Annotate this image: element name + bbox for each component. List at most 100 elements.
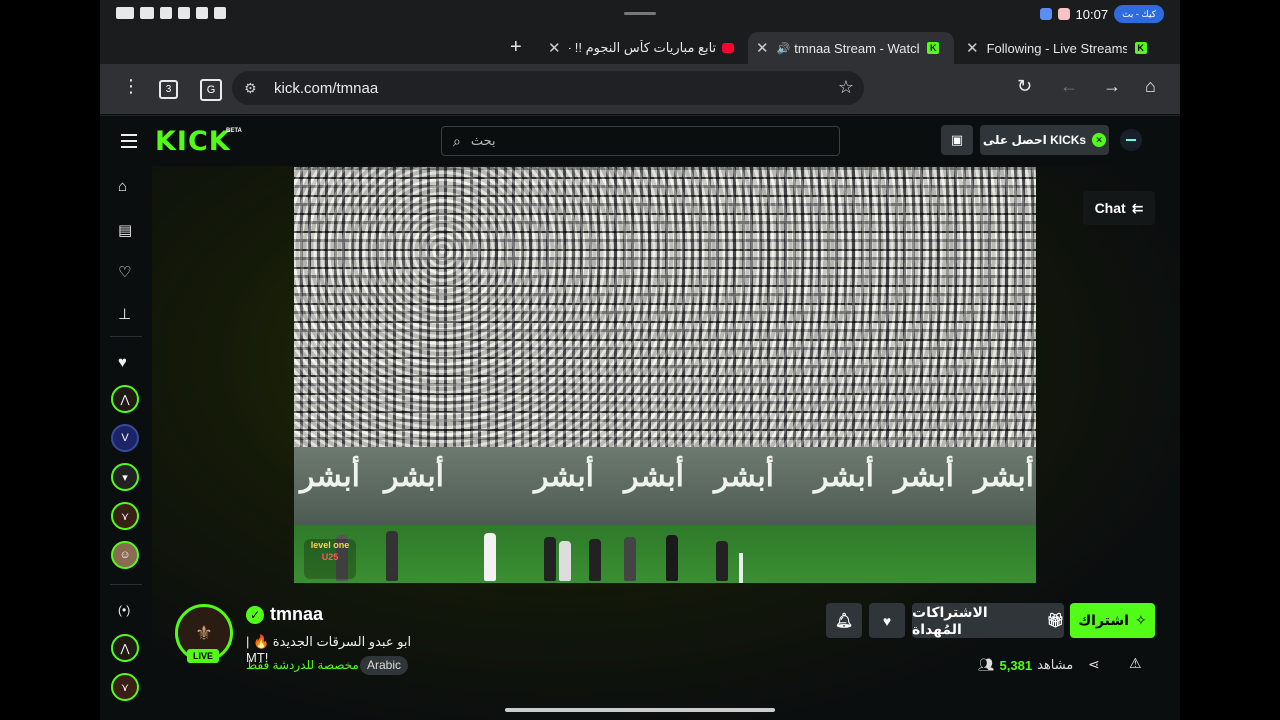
gift-subs-button[interactable]: الاشتراكات المُهداة 🎁︎: [912, 603, 1064, 638]
followed-channel-avatar[interactable]: ☺: [111, 541, 139, 569]
person-figure: [559, 541, 571, 581]
address-bar[interactable]: ⚙ kick.com/tmnaa ☆: [232, 71, 864, 105]
advertising-board: أبشر أبشر أبشر أبشر أبشر أبشر أبشر أبشر: [294, 447, 1036, 525]
followed-channel-avatar[interactable]: ⋎: [111, 502, 139, 530]
cast-icon: [214, 7, 226, 19]
person-figure: [716, 541, 728, 581]
new-tab-icon[interactable]: +: [510, 36, 522, 59]
board-text: أبشر: [714, 459, 774, 494]
live-badge: LIVE: [187, 649, 219, 663]
pitch-line: [739, 553, 743, 583]
left-sidebar: ⌂ ▤ ♡ ⊥ ♥ ⋀ V ▾ ⋎ ☺ (•) ⋀ ⋎: [100, 166, 152, 720]
language-tag[interactable]: Arabic: [360, 656, 409, 675]
media-pill[interactable]: كيك - بث: [1114, 5, 1164, 23]
tab-youtube[interactable]: ✕ تابع مباريات كأس النجوم !! - ube: [540, 32, 740, 64]
tab-following[interactable]: ✕ Following - Live Streams on K: [958, 32, 1168, 64]
video-player[interactable]: أبشر أبشر أبشر أبشر أبشر أبشر أبشر أبشر …: [294, 167, 1036, 583]
board-text: أبشر: [300, 459, 360, 494]
wifi-icon: [140, 7, 154, 19]
reload-icon[interactable]: ↻: [1017, 76, 1032, 97]
tab-title: Following - Live Streams on: [986, 40, 1127, 56]
expand-chat-icon: ⇇: [1131, 199, 1144, 216]
subscribe-label: اشتراك: [1078, 612, 1129, 628]
person-figure: [484, 533, 496, 581]
chat-toggle-button[interactable]: Chat ⇇: [1083, 191, 1155, 225]
search-placeholder: بحث: [470, 133, 496, 148]
subscribe-button[interactable]: اشتراك ✧: [1070, 603, 1155, 638]
following-nav-icon[interactable]: ♡: [118, 263, 131, 281]
tab-title: تابع مباريات كأس النجوم !! - ube: [569, 40, 717, 55]
viewers-number: 5,381: [999, 657, 1033, 673]
follow-heart-button[interactable]: ♥: [869, 603, 905, 638]
followed-channel-avatar[interactable]: ⋀: [111, 385, 139, 413]
home-nav-icon[interactable]: ⌂: [118, 178, 127, 195]
browser-tab-bar: ✕ Following - Live Streams on K ✕ 🔊 tmna…: [100, 28, 1180, 64]
sidebar-divider: [110, 584, 142, 585]
board-text: أبشر: [534, 459, 594, 494]
get-kicks-label: احصل على KICKs: [982, 133, 1087, 147]
tab-title: tmnaa Stream - Watch L: [794, 40, 919, 56]
followed-channel-avatar[interactable]: V: [111, 424, 139, 452]
gesture-home-bar[interactable]: [505, 708, 775, 712]
headphones-icon: [160, 7, 172, 19]
beta-label: BETA: [226, 128, 242, 134]
close-tab-icon[interactable]: ✕: [756, 39, 769, 57]
tab-tmnaa[interactable]: ✕ 🔊 tmnaa Stream - Watch L K: [748, 32, 954, 64]
android-status-bar: 10:07 كيك - بث: [100, 0, 1180, 28]
home-icon[interactable]: ⌂: [1145, 76, 1156, 97]
gift-icon-button[interactable]: ▣: [941, 125, 973, 155]
close-tab-icon[interactable]: ✕: [966, 39, 979, 57]
categories-nav-icon[interactable]: ⊥: [118, 305, 131, 323]
kick-logo[interactable]: KICK: [155, 126, 231, 157]
image-icon: [196, 7, 208, 19]
youtube-favicon-icon: [722, 43, 734, 53]
search-input[interactable]: ⌕ بحث: [441, 126, 840, 156]
back-arrow-icon[interactable]: ←: [1060, 76, 1078, 97]
forward-arrow-icon[interactable]: →: [1103, 76, 1121, 97]
stream-category[interactable]: مخصصة للدردشة فقط: [246, 658, 359, 672]
site-settings-icon[interactable]: ⚙: [244, 80, 257, 97]
followed-channel-avatar[interactable]: ▾: [111, 463, 139, 491]
viewers-label: مشاهد: [1037, 657, 1074, 672]
browse-nav-icon[interactable]: ▤: [118, 221, 132, 239]
bookmark-star-icon[interactable]: ☆: [838, 77, 854, 98]
url-text[interactable]: kick.com/tmnaa: [274, 80, 378, 97]
clock: 10:07: [1075, 6, 1109, 22]
favorites-heart-icon: ♥: [118, 354, 127, 371]
kick-header: KICK BETA ⌕ بحث ▣ احصل على KICKs ✕: [100, 115, 1180, 166]
notification-handle[interactable]: [624, 12, 656, 15]
recommended-channel-avatar[interactable]: ⋀: [111, 634, 139, 662]
notification-bell-button[interactable]: 🔔︎: [826, 603, 862, 638]
report-warning-icon[interactable]: ⚠: [1129, 655, 1142, 672]
gift-icon: 🎁︎: [1046, 612, 1064, 628]
kick-favicon-icon: K: [927, 42, 940, 54]
recommended-channel-avatar[interactable]: ⋎: [111, 673, 139, 701]
hamburger-menu-icon[interactable]: [121, 134, 137, 152]
gift-icon: ▣: [950, 132, 964, 147]
kick-favicon-icon: K: [1134, 42, 1147, 54]
person-figure: [386, 531, 398, 581]
broadcast-logo-text-2: U25: [321, 552, 339, 562]
sidebar-divider: [110, 336, 142, 337]
crowd-texture: [294, 167, 1036, 447]
football-pitch: [294, 525, 1036, 583]
board-text: أبشر: [384, 459, 444, 494]
battery-icon: [116, 7, 134, 19]
search-icon: ⌕: [453, 132, 461, 149]
person-figure: [666, 535, 678, 581]
get-kicks-button[interactable]: احصل على KICKs ✕: [980, 125, 1109, 155]
person-figure: [589, 539, 601, 581]
person-figure: [624, 537, 636, 581]
channel-name[interactable]: tmnaa: [270, 604, 323, 625]
board-text: أبشر: [894, 459, 954, 494]
board-text: أبشر: [974, 459, 1034, 494]
share-icon[interactable]: ⋖: [1088, 656, 1100, 673]
heart-icon: ♥: [882, 612, 892, 629]
device-frame: 10:07 كيك - بث ✕ Following - Live Stream…: [100, 0, 1180, 720]
verified-icon: ✓: [246, 606, 264, 624]
user-avatar[interactable]: [1120, 129, 1142, 151]
close-tab-icon[interactable]: ✕: [548, 39, 561, 57]
status-right: 10:07 كيك - بث: [1039, 5, 1164, 23]
person-figure: [544, 537, 556, 581]
broadcast-logo: level one U25: [304, 539, 356, 579]
